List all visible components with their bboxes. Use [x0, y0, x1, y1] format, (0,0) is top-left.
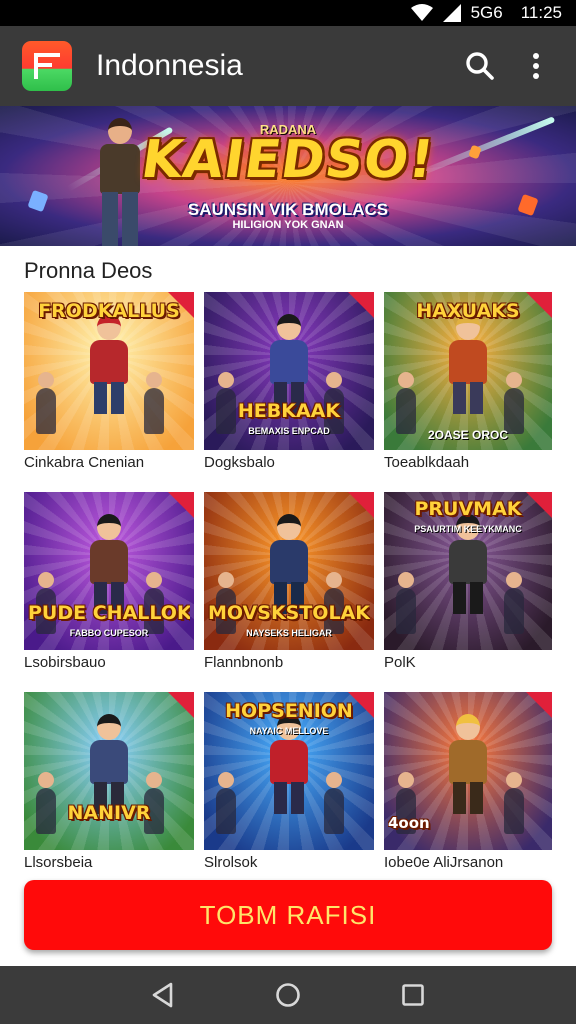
game-label: Slrolsok — [204, 854, 258, 871]
game-subtitle: NAYAIC MELLOVE — [249, 726, 329, 736]
app-bar: Indonnesia — [0, 26, 576, 106]
hero-figure — [266, 514, 312, 614]
sidekick-figure — [504, 572, 524, 634]
game-label: Toeablkdaah — [384, 454, 470, 471]
recents-icon — [402, 984, 425, 1006]
hero-figure — [266, 314, 312, 414]
game-card[interactable]: HAXUAKS 2OASE OROC Toeablkdaah — [384, 292, 552, 492]
promo-banner[interactable]: RADANA KAIEDSO! SAUNSIN VIK BMOLACS HILI… — [0, 106, 576, 246]
sidekick-figure — [36, 372, 56, 434]
game-label: Cinkabra Cnenian — [24, 454, 145, 471]
ribbon-icon — [348, 292, 374, 318]
game-thumbnail[interactable]: FRODKALLUS — [24, 292, 194, 450]
game-title: 4oon — [388, 816, 430, 832]
game-label: Iobe0e AliJrsanon — [384, 854, 504, 871]
section-title: Pronna Deos — [24, 258, 153, 283]
ribbon-icon — [348, 492, 374, 518]
game-card[interactable]: 4oon Iobe0e AliJrsanon — [384, 692, 552, 892]
search-icon — [466, 52, 494, 80]
game-title: MOVSKSTOLAK — [208, 604, 370, 624]
overflow-menu-button[interactable] — [514, 44, 558, 88]
status-bar: 5G6 11:25 — [0, 0, 576, 26]
hero-figure — [86, 714, 132, 814]
clock: 11:25 — [520, 3, 562, 22]
game-title: FRODKALLUS — [38, 302, 180, 322]
sidekick-figure — [144, 372, 164, 434]
game-card[interactable]: PRUVMAK PSAURTIM KEEYKMANC PolK — [384, 492, 552, 692]
sidekick-figure — [396, 572, 416, 634]
ribbon-icon — [168, 492, 194, 518]
game-card[interactable]: MOVSKSTOLAK NAYSEKS HELIGAR Flannbnonb — [204, 492, 374, 692]
ribbon-icon — [526, 692, 552, 718]
game-title: HOPSENION — [225, 702, 353, 722]
sidekick-figure — [216, 772, 236, 834]
home-icon — [276, 983, 300, 1007]
hero-figure — [445, 314, 491, 414]
ribbon-icon — [168, 692, 194, 718]
game-thumbnail[interactable]: HAXUAKS 2OASE OROC — [384, 292, 552, 450]
game-title: HAXUAKS — [416, 302, 520, 322]
app-logo-icon[interactable] — [22, 41, 72, 91]
game-thumbnail[interactable]: MOVSKSTOLAK NAYSEKS HELIGAR — [204, 492, 374, 650]
game-subtitle: FABBO CUPESOR — [69, 628, 149, 638]
game-subtitle: 2OASE OROC — [427, 428, 508, 442]
banner-subtitle: SAUNSIN VIK BMOLACS — [187, 200, 389, 219]
game-card[interactable]: PUDE CHALLOK FABBO CUPESOR Lsobirsbauo — [24, 492, 194, 692]
banner-tagline: HILIGION YOK GNAN — [232, 219, 344, 231]
game-subtitle: BEMAXIS ENPCAD — [248, 426, 330, 436]
game-label: Llsorsbeia — [24, 854, 93, 871]
game-label: Dogksbalo — [204, 454, 275, 471]
hero-figure — [86, 514, 132, 614]
game-title: PRUVMAK — [414, 500, 522, 520]
app-title: Indonnesia — [96, 49, 243, 82]
cta-button[interactable]: TOBM RAFISI — [24, 880, 552, 950]
more-vert-icon — [533, 53, 539, 79]
back-button[interactable] — [141, 973, 185, 1017]
game-card[interactable]: NANIVR Llsorsbeia — [24, 692, 194, 892]
game-label: Lsobirsbauo — [24, 654, 106, 671]
game-title: NANIVR — [67, 804, 151, 824]
hero-figure — [445, 714, 491, 814]
game-label: Flannbnonb — [204, 654, 284, 671]
banner-title: KAIEDSO! — [137, 130, 439, 190]
game-card[interactable]: FRODKALLUS Cinkabra Cnenian — [24, 292, 194, 492]
game-thumbnail[interactable]: HEBKAAK BEMAXIS ENPCAD — [204, 292, 374, 450]
game-title: HEBKAAK — [237, 402, 341, 422]
game-grid: FRODKALLUS Cinkabra Cnenian HEBKAAK BEMAXIS… — [24, 292, 552, 892]
game-subtitle: PSAURTIM KEEYKMANC — [414, 524, 522, 534]
game-card[interactable]: HOPSENION NAYAIC MELLOVE Slrolsok — [204, 692, 374, 892]
game-thumbnail[interactable]: 4oon — [384, 692, 552, 850]
game-thumbnail[interactable]: NANIVR — [24, 692, 194, 850]
game-thumbnail[interactable]: HOPSENION NAYAIC MELLOVE — [204, 692, 374, 850]
network-label: 5G6 — [470, 3, 503, 22]
back-icon — [152, 982, 172, 1008]
hero-figure — [86, 314, 132, 414]
game-label: PolK — [384, 654, 416, 671]
game-title: PUDE CHALLOK — [28, 604, 190, 624]
sidekick-figure — [324, 772, 344, 834]
game-thumbnail[interactable]: PRUVMAK PSAURTIM KEEYKMANC — [384, 492, 552, 650]
game-subtitle: NAYSEKS HELIGAR — [246, 628, 332, 638]
recents-button[interactable] — [391, 973, 435, 1017]
game-thumbnail[interactable]: PUDE CHALLOK FABBO CUPESOR — [24, 492, 194, 650]
wifi-icon — [410, 4, 433, 21]
system-nav-bar — [0, 966, 576, 1024]
search-button[interactable] — [458, 44, 502, 88]
signal-icon — [442, 4, 461, 22]
game-card[interactable]: HEBKAAK BEMAXIS ENPCAD Dogksbalo — [204, 292, 374, 492]
home-button[interactable] — [266, 973, 310, 1017]
